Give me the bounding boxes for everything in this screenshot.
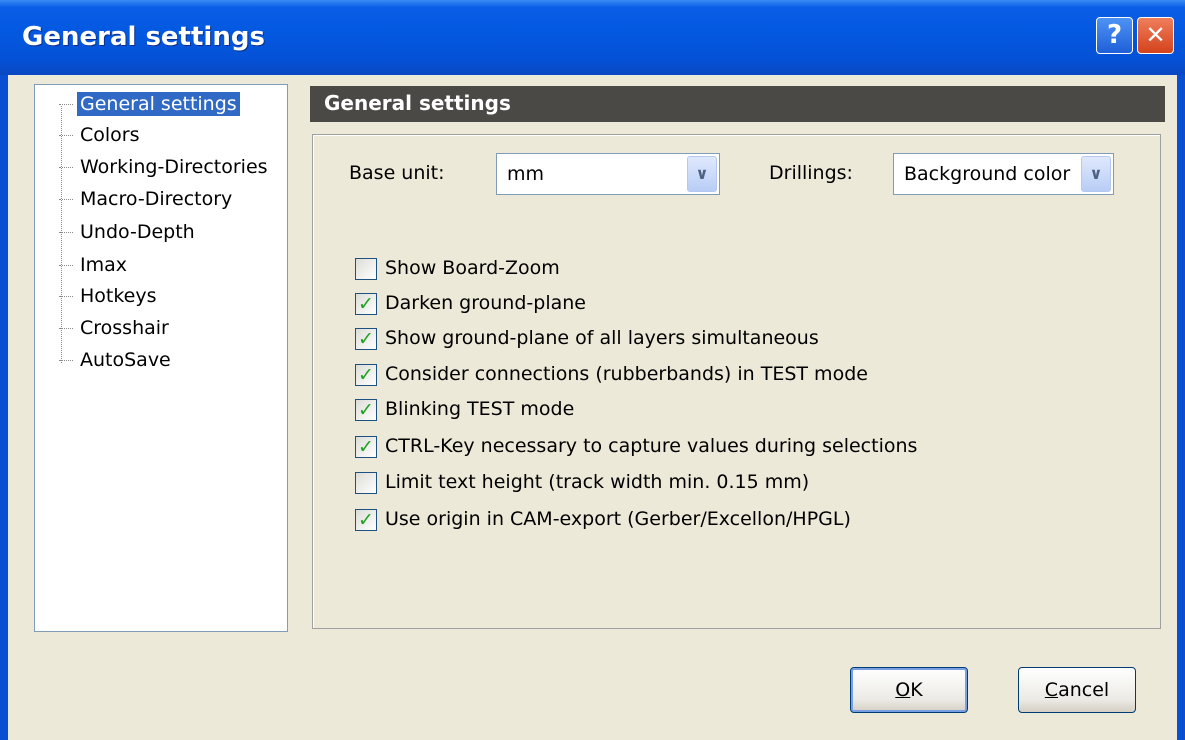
- checkmark-icon[interactable]: ✓: [355, 293, 377, 315]
- checkmark-icon[interactable]: ✓: [355, 436, 377, 458]
- checkmark-icon[interactable]: ✓: [355, 399, 377, 421]
- window-title: General settings: [22, 22, 265, 52]
- tree-item-crosshair[interactable]: Crosshair: [59, 313, 172, 343]
- checkbox-label: Show Board-Zoom: [385, 257, 560, 279]
- close-icon: ✕: [1145, 21, 1166, 49]
- window-frame-right: [1177, 75, 1185, 740]
- drillings-select[interactable]: Background color ∨: [893, 153, 1114, 195]
- ok-label-rest: K: [910, 679, 923, 701]
- ok-button[interactable]: OK: [850, 667, 968, 713]
- tree-item-colors[interactable]: Colors: [59, 120, 143, 150]
- tree-item-label: Colors: [80, 124, 140, 146]
- checkbox-label: Limit text height (track width min. 0.15…: [385, 471, 810, 493]
- tree-item-label: Hotkeys: [80, 285, 157, 307]
- tree-connector-line: [61, 106, 62, 363]
- chevron-down-icon[interactable]: ∨: [1081, 156, 1111, 192]
- help-icon: ?: [1106, 20, 1123, 50]
- tree-item-label: Undo-Depth: [80, 221, 195, 243]
- close-button[interactable]: ✕: [1137, 17, 1174, 54]
- tree-item-imax[interactable]: Imax: [59, 250, 130, 280]
- drillings-label: Drillings:: [769, 162, 853, 184]
- checkmark-icon[interactable]: ✓: [355, 509, 377, 531]
- base-unit-label: Base unit:: [349, 162, 445, 184]
- cancel-button[interactable]: Cancel: [1018, 667, 1136, 713]
- checkbox-box[interactable]: [355, 472, 377, 494]
- tree-item-label: AutoSave: [80, 349, 171, 371]
- base-unit-value: mm: [507, 163, 545, 185]
- checkbox-label: Consider connections (rubberbands) in TE…: [385, 363, 868, 385]
- tree-item-label: Working-Directories: [80, 156, 268, 178]
- title-bar[interactable]: General settings ? ✕: [0, 0, 1185, 75]
- tree-item-macro-directory[interactable]: Macro-Directory: [59, 184, 235, 214]
- tree-item-label: General settings: [77, 92, 240, 116]
- tree-item-general-settings[interactable]: General settings: [59, 89, 240, 119]
- checkbox-label: CTRL-Key necessary to capture values dur…: [385, 435, 918, 457]
- ok-accelerator: O: [895, 679, 911, 701]
- checkmark-icon[interactable]: ✓: [355, 364, 377, 386]
- tree-item-working-directories[interactable]: Working-Directories: [59, 152, 271, 182]
- tree-item-hotkeys[interactable]: Hotkeys: [59, 281, 160, 311]
- cancel-label-rest: ancel: [1058, 679, 1110, 701]
- settings-dialog: General settings ? ✕ General settings Co…: [0, 0, 1185, 740]
- cancel-accelerator: C: [1044, 679, 1059, 701]
- tree-item-label: Macro-Directory: [80, 188, 233, 210]
- panel-header: General settings: [310, 86, 1165, 122]
- checkbox-label: Blinking TEST mode: [385, 398, 575, 420]
- tree-item-autosave[interactable]: AutoSave: [59, 345, 174, 375]
- checkbox-label: Show ground-plane of all layers simultan…: [385, 327, 819, 349]
- tree-item-label: Imax: [80, 254, 127, 276]
- tree-item-label: Crosshair: [80, 317, 169, 339]
- checkmark-icon[interactable]: ✓: [355, 328, 377, 350]
- checkbox-box[interactable]: [355, 258, 377, 280]
- checkbox-label: Use origin in CAM-export (Gerber/Excello…: [385, 508, 851, 530]
- base-unit-select[interactable]: mm ∨: [496, 153, 720, 195]
- settings-tree[interactable]: General settings Colors Working-Director…: [34, 84, 288, 632]
- checkbox-label: Darken ground-plane: [385, 292, 586, 314]
- help-button[interactable]: ?: [1096, 17, 1133, 54]
- panel-title: General settings: [324, 91, 511, 115]
- tree-item-undo-depth[interactable]: Undo-Depth: [59, 217, 198, 247]
- chevron-down-icon[interactable]: ∨: [687, 156, 717, 192]
- window-frame-left: [0, 75, 8, 740]
- drillings-value: Background color: [904, 163, 1071, 185]
